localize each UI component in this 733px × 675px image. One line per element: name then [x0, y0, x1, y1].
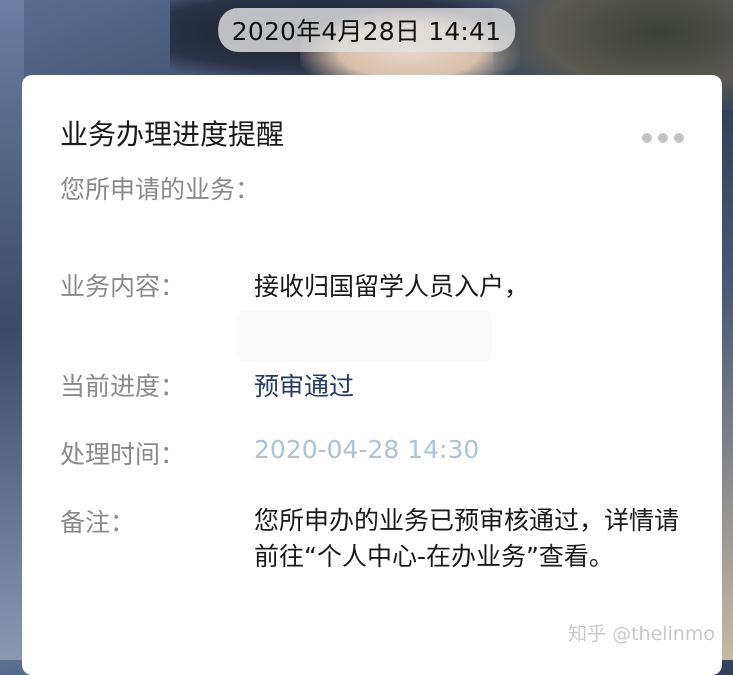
current-progress-label: 当前进度： [60, 372, 186, 401]
business-content-value: 接收归国留学人员入户， [254, 272, 530, 301]
dot-icon [642, 133, 652, 143]
remark-label: 备注： [60, 508, 136, 537]
card-title: 业务办理进度提醒 [60, 118, 285, 151]
current-progress-value: 预审通过 [254, 372, 355, 401]
process-time-label: 处理时间： [60, 440, 186, 469]
process-time-value: 2020-04-28 14:30 [254, 435, 480, 464]
redacted-region [237, 310, 492, 362]
card-subtitle: 您所申请的业务： [60, 175, 261, 204]
wallpaper-left-strip [0, 0, 24, 660]
dot-icon [674, 133, 684, 143]
remark-value: 您所申办的业务已预审核通过，详情请前往“个人中心-在办业务”查看。 [254, 506, 680, 571]
message-timestamp: 2020年4月28日 14:41 [217, 8, 516, 52]
business-content-label: 业务内容： [60, 272, 186, 301]
more-dots-icon[interactable] [642, 133, 684, 143]
notification-card[interactable]: 业务办理进度提醒 您所申请的业务： 业务内容： 接收归国留学人员入户， 当前进度… [22, 75, 722, 675]
watermark: 知乎 @thelinmo [568, 623, 715, 645]
dot-icon [658, 133, 668, 143]
